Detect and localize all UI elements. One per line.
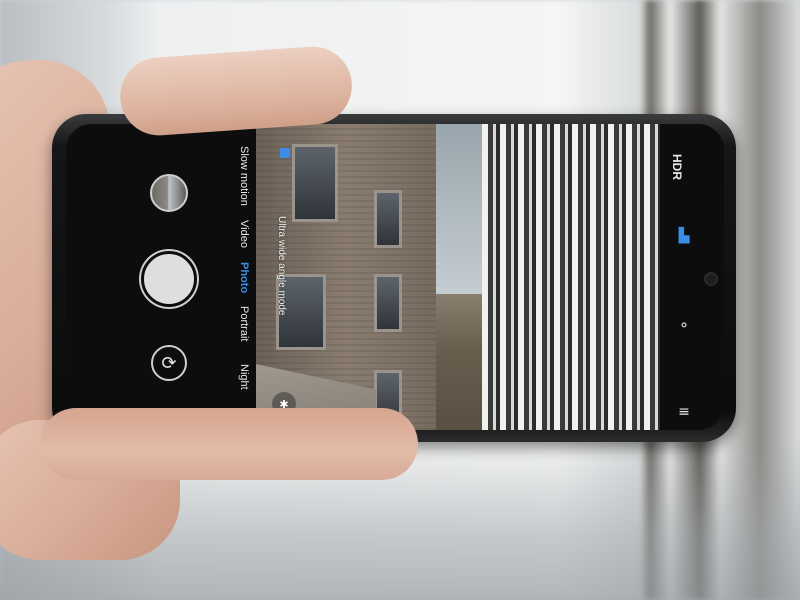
ultra-wide-icon[interactable]: ▙ <box>672 224 696 248</box>
filters-icon[interactable]: ⚬ <box>672 314 696 338</box>
camera-control-panel: ⟳ Slow motion Video Photo Portrait Night… <box>66 124 256 430</box>
viewfinder[interactable]: Ultra wide angle mode ✱ <box>256 124 660 430</box>
mode-night[interactable]: Night <box>224 364 250 390</box>
gallery-thumbnail[interactable] <box>150 174 188 212</box>
mode-portrait[interactable]: Portrait <box>224 306 250 341</box>
viewfinder-building-right <box>482 124 660 430</box>
window <box>374 190 402 248</box>
ultra-wide-hint: Ultra wide angle mode <box>276 216 287 316</box>
mode-selector: Slow motion Video Photo Portrait Night S… <box>224 146 250 430</box>
ai-scene-icon[interactable] <box>280 148 290 158</box>
mode-photo[interactable]: Photo <box>224 262 250 293</box>
mode-slow-motion[interactable]: Slow motion <box>224 146 250 206</box>
shutter-button[interactable] <box>141 251 197 307</box>
window <box>374 274 402 332</box>
hand-thumb <box>117 44 355 138</box>
front-camera-notch <box>706 274 716 284</box>
mode-video[interactable]: Video <box>224 220 250 248</box>
hand-fingers <box>40 408 418 480</box>
camera-settings-panel: HDR ▙ ⚬ ≡ <box>660 124 724 430</box>
switch-camera-icon[interactable]: ⟳ <box>151 345 187 381</box>
menu-icon[interactable]: ≡ <box>672 400 696 424</box>
hdr-toggle[interactable]: HDR <box>670 154 684 180</box>
phone-screen: ⟳ Slow motion Video Photo Portrait Night… <box>66 124 724 430</box>
window <box>292 144 338 222</box>
